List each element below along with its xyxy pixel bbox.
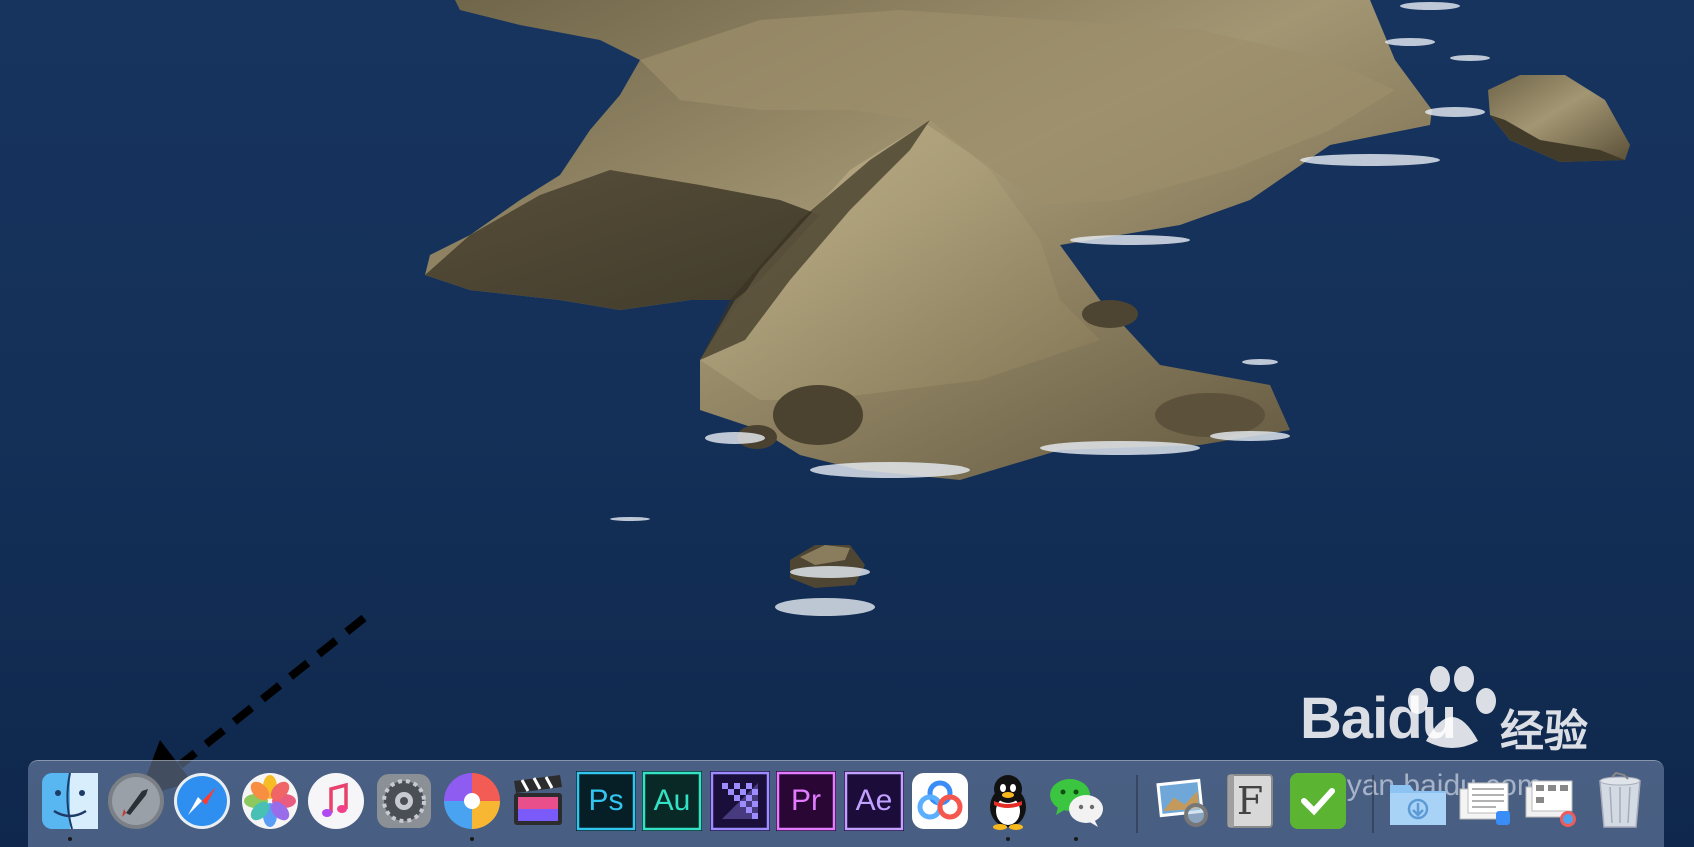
documents-stack-icon bbox=[1459, 782, 1510, 825]
dock-item-premiere-pro[interactable]: Pr bbox=[776, 771, 836, 831]
desktop: Baidu 经验 jingyan.baidu.com bbox=[0, 0, 1694, 847]
after-effects-label: Ae bbox=[855, 784, 893, 817]
dock-item-finder[interactable] bbox=[40, 771, 100, 831]
gear-icon bbox=[377, 774, 431, 828]
premiere-label: Pr bbox=[791, 784, 821, 817]
font-book-label: F bbox=[1236, 779, 1264, 823]
trash-icon bbox=[1599, 771, 1641, 828]
finder-icon bbox=[42, 772, 98, 830]
cloud-share-icon bbox=[912, 773, 968, 829]
music-note-icon bbox=[308, 773, 364, 829]
pinwheel-icon bbox=[444, 773, 500, 829]
media-encoder-icon bbox=[710, 771, 770, 831]
safari-compass-icon bbox=[174, 773, 230, 829]
running-indicator bbox=[470, 837, 474, 841]
running-indicator bbox=[1006, 837, 1010, 841]
dock-item-qq[interactable] bbox=[978, 771, 1038, 831]
running-indicator bbox=[68, 837, 72, 841]
dock-item-photos[interactable] bbox=[240, 771, 300, 831]
dock-divider bbox=[1136, 775, 1138, 833]
wallpaper-catalina-island bbox=[0, 0, 1694, 846]
dock-item-tasks[interactable] bbox=[1288, 771, 1348, 831]
dock-item-safari[interactable] bbox=[172, 771, 232, 831]
launchpad-rocket-icon bbox=[108, 773, 164, 829]
dock: Ps Au Pr Ae F bbox=[28, 760, 1664, 847]
running-indicator bbox=[1074, 837, 1078, 841]
dock-item-launchpad[interactable] bbox=[106, 771, 166, 831]
chat-bubbles-icon bbox=[1050, 779, 1103, 827]
dock-item-music[interactable] bbox=[306, 771, 366, 831]
dock-item-final-cut-pro[interactable] bbox=[508, 771, 568, 831]
dock-divider bbox=[1372, 775, 1374, 833]
dock-item-downloads[interactable] bbox=[1388, 771, 1448, 831]
applications-stack-icon bbox=[1525, 780, 1576, 827]
dock-item-preview[interactable] bbox=[1152, 771, 1212, 831]
dock-item-trash[interactable] bbox=[1590, 771, 1650, 831]
photos-flower-icon bbox=[242, 773, 298, 829]
clapperboard-icon bbox=[514, 775, 562, 825]
dock-item-pinwheel[interactable] bbox=[442, 771, 502, 831]
preview-photos-icon bbox=[1156, 778, 1208, 827]
dock-item-after-effects[interactable]: Ae bbox=[844, 771, 904, 831]
dock-item-applications[interactable] bbox=[1522, 771, 1582, 831]
dock-item-media-encoder[interactable] bbox=[710, 771, 770, 831]
dock-item-photoshop[interactable]: Ps bbox=[576, 771, 636, 831]
dock-item-baidu-netdisk[interactable] bbox=[910, 771, 970, 831]
photoshop-label: Ps bbox=[588, 784, 624, 817]
dock-item-documents[interactable] bbox=[1456, 771, 1516, 831]
audition-label: Au bbox=[653, 784, 691, 817]
dock-item-system-preferences[interactable] bbox=[374, 771, 434, 831]
dock-item-audition[interactable]: Au bbox=[642, 771, 702, 831]
dock-item-font-book[interactable]: F bbox=[1220, 771, 1280, 831]
dock-item-wechat[interactable] bbox=[1046, 771, 1106, 831]
checkmark-icon bbox=[1290, 773, 1346, 829]
penguin-icon bbox=[990, 775, 1026, 830]
downloads-folder-icon bbox=[1390, 785, 1446, 825]
